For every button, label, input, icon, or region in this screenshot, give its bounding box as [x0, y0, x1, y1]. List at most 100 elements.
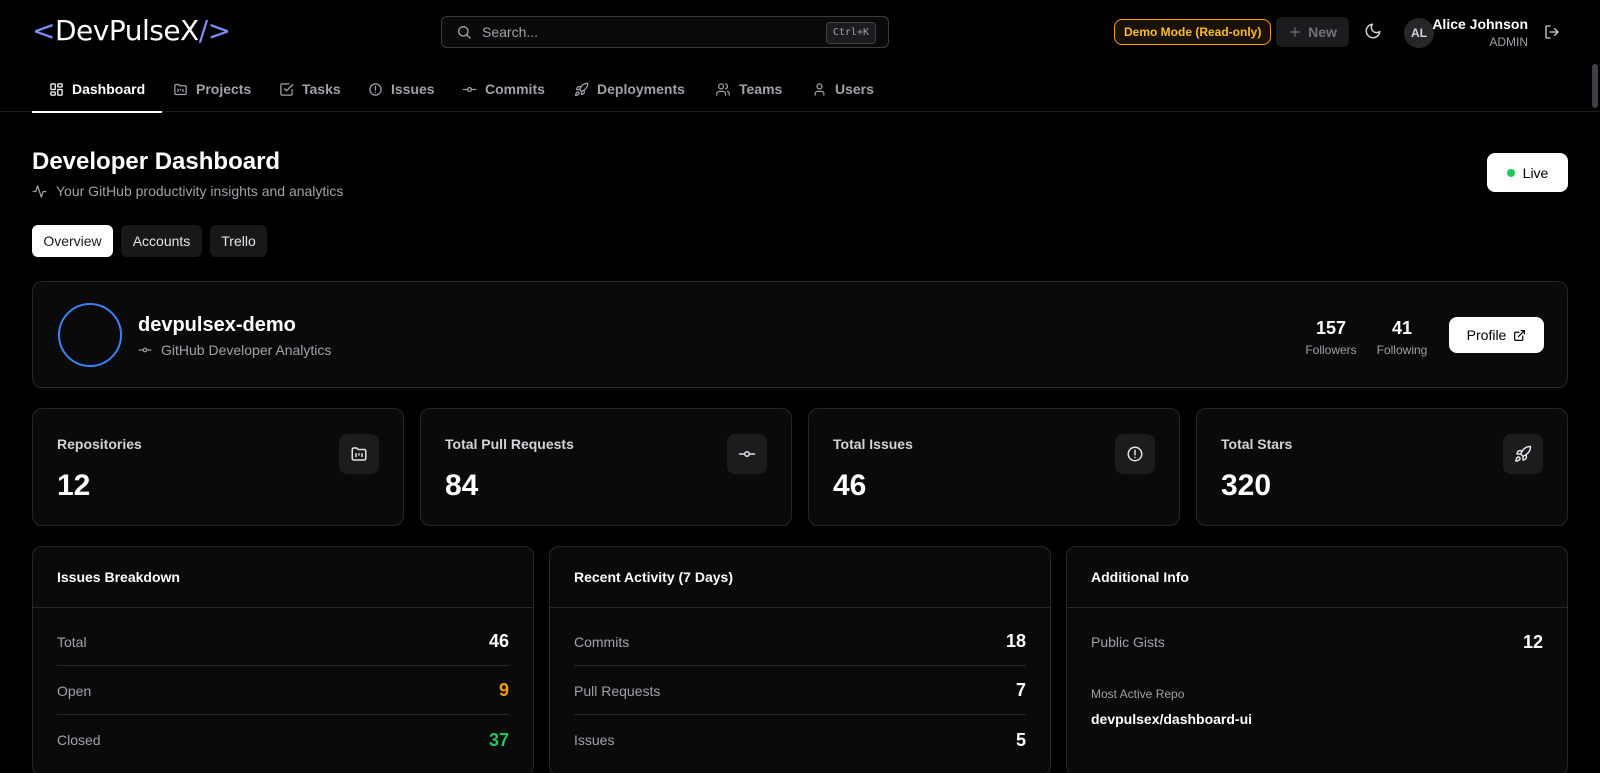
search-icon	[456, 24, 472, 40]
issues-total-row: Total 46	[57, 618, 509, 666]
metric-card-pull-requests: Total Pull Requests 84	[420, 408, 792, 526]
metric-value: 320	[1221, 469, 1272, 502]
followers-label: Followers	[1305, 343, 1357, 357]
page-scrollbar[interactable]	[1592, 64, 1598, 108]
user-avatar[interactable]: AL	[1404, 18, 1434, 48]
metric-label: Repositories	[57, 436, 142, 452]
following-stat: 41 Following	[1373, 318, 1431, 357]
activity-pull-requests-row: Pull Requests 7	[574, 667, 1026, 715]
additional-info-panel: Additional Info Public Gists 12 Most Act…	[1066, 546, 1568, 773]
git-commit-icon	[727, 434, 767, 474]
row-label: Commits	[574, 633, 630, 650]
nav-label: Deployments	[597, 81, 685, 97]
row-label: Public Gists	[1091, 634, 1165, 650]
row-value-open: 9	[498, 680, 509, 700]
panel-title: Issues Breakdown	[33, 547, 533, 608]
git-commit-icon	[138, 343, 152, 357]
top-header: < DevPulseX /> Search... Ctrl+K Demo Mod…	[0, 0, 1600, 64]
users-icon	[715, 82, 731, 97]
metric-value: 12	[57, 469, 91, 502]
external-link-icon	[1513, 329, 1526, 342]
activity-issues-row: Issues 5	[574, 716, 1026, 764]
check-square-icon	[279, 82, 294, 97]
most-active-repo-value[interactable]: devpulsex/dashboard-ui	[1091, 711, 1252, 727]
metric-value: 46	[833, 469, 867, 502]
profile-username: devpulsex-demo	[138, 314, 296, 336]
issues-closed-row: Closed 37	[57, 716, 509, 764]
nav-label: Commits	[485, 81, 545, 97]
panel-title: Additional Info	[1067, 547, 1567, 608]
metric-label: Total Pull Requests	[445, 436, 574, 452]
row-value: 7	[1015, 680, 1026, 700]
row-label: Total	[57, 633, 87, 650]
app-logo[interactable]: < DevPulseX />	[32, 14, 231, 47]
nav-item-teams[interactable]: Teams	[715, 66, 782, 112]
user-role: ADMIN	[1489, 35, 1528, 49]
nav-item-deployments[interactable]: Deployments	[574, 66, 685, 112]
alert-circle-icon	[368, 82, 383, 97]
metric-card-stars: Total Stars 320	[1196, 408, 1568, 526]
logout-icon[interactable]	[1544, 24, 1560, 40]
search-shortcut-hint: Ctrl+K	[825, 22, 876, 44]
nav-item-commits[interactable]: Commits	[462, 66, 545, 112]
metric-card-issues: Total Issues 46	[808, 408, 1180, 526]
theme-toggle-moon-icon[interactable]	[1364, 22, 1382, 40]
row-label: Closed	[57, 732, 101, 748]
row-label: Issues	[574, 732, 615, 748]
new-button[interactable]: New	[1276, 17, 1349, 47]
nav-item-users[interactable]: Users	[812, 66, 874, 112]
nav-item-dashboard[interactable]: Dashboard	[31, 66, 163, 113]
nav-label: Tasks	[302, 81, 341, 97]
tab-trello[interactable]: Trello	[210, 225, 267, 257]
tab-overview[interactable]: Overview	[32, 225, 113, 257]
page-subtitle-text: Your GitHub productivity insights and an…	[56, 183, 344, 199]
rocket-icon	[574, 82, 589, 97]
live-dot-icon	[1506, 168, 1515, 177]
metric-label: Total Stars	[1221, 436, 1293, 452]
user-icon	[812, 82, 827, 97]
activity-icon	[32, 184, 47, 199]
nav-label: Teams	[739, 81, 783, 97]
following-count: 41	[1391, 318, 1413, 338]
recent-activity-panel: Recent Activity (7 Days) Commits 18 Pull…	[549, 546, 1051, 773]
metric-value: 84	[445, 469, 479, 502]
nav-item-tasks[interactable]: Tasks	[279, 66, 341, 112]
nav-item-projects[interactable]: Projects	[173, 66, 251, 112]
profile-button-label: Profile	[1466, 327, 1507, 343]
user-name: Alice Johnson	[1432, 16, 1528, 32]
live-label: Live	[1522, 164, 1549, 181]
live-status-button[interactable]: Live	[1487, 153, 1568, 192]
rocket-icon	[1503, 434, 1543, 474]
main-nav: Dashboard Projects Tasks Issues Commits …	[0, 66, 1600, 113]
followers-stat: 157 Followers	[1303, 318, 1359, 357]
alert-circle-icon	[1115, 434, 1155, 474]
activity-commits-row: Commits 18	[574, 618, 1026, 666]
row-value: 18	[1005, 631, 1026, 651]
issues-open-row: Open 9	[57, 667, 509, 715]
most-active-repo-label: Most Active Repo	[1091, 687, 1185, 701]
folder-kanban-icon	[339, 434, 379, 474]
git-commit-icon	[462, 82, 477, 97]
github-profile-card: devpulsex-demo GitHub Developer Analytic…	[32, 281, 1568, 388]
logo-open-bracket: <	[32, 14, 55, 47]
page-subtitle: Your GitHub productivity insights and an…	[32, 183, 343, 199]
followers-count: 157	[1315, 318, 1347, 338]
row-value-closed: 37	[488, 729, 509, 750]
profile-subtitle-text: GitHub Developer Analytics	[161, 342, 332, 358]
metric-label: Total Issues	[833, 436, 913, 452]
profile-subtitle: GitHub Developer Analytics	[138, 342, 331, 358]
tab-accounts[interactable]: Accounts	[121, 225, 202, 257]
demo-mode-badge: Demo Mode (Read-only)	[1114, 19, 1272, 45]
profile-avatar	[58, 303, 122, 367]
row-label: Pull Requests	[574, 682, 661, 699]
nav-label: Dashboard	[72, 81, 146, 97]
profile-button[interactable]: Profile	[1449, 317, 1544, 353]
nav-label: Users	[835, 81, 874, 97]
nav-label: Projects	[196, 81, 252, 97]
plus-icon	[1288, 25, 1302, 39]
search-input[interactable]: Search... Ctrl+K	[441, 16, 889, 48]
new-button-label: New	[1308, 24, 1337, 40]
public-gists-row: Public Gists 12	[1091, 618, 1543, 666]
row-value: 46	[488, 631, 509, 651]
nav-item-issues[interactable]: Issues	[368, 66, 435, 112]
